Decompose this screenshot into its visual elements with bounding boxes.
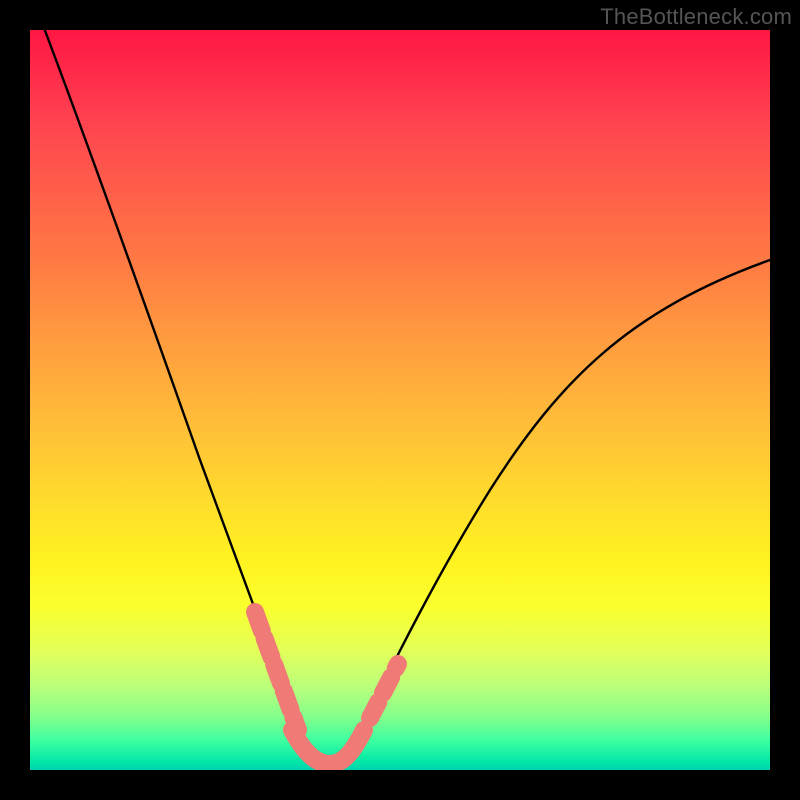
curve-layer — [30, 30, 770, 770]
plot-area — [30, 30, 770, 770]
watermark-text: TheBottleneck.com — [600, 4, 792, 30]
chart-frame: TheBottleneck.com — [0, 0, 800, 800]
bottleneck-curve — [45, 30, 770, 764]
highlight-left-segment — [255, 612, 298, 730]
highlight-bottom-segment — [292, 730, 364, 764]
highlight-right-segment — [370, 664, 398, 718]
